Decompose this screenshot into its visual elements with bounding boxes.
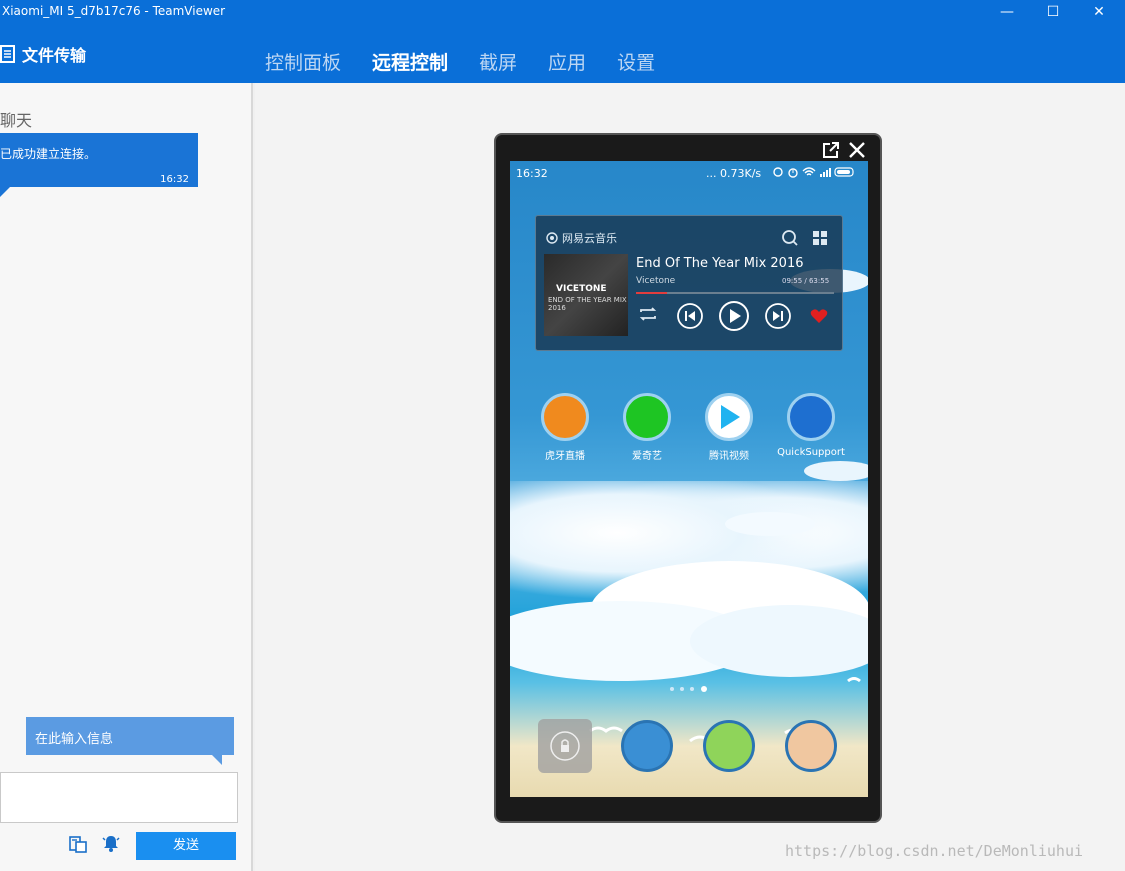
status-icons: [772, 166, 856, 178]
status-speed: ... 0.73K/s: [706, 167, 762, 180]
luffy-app-icon[interactable]: [785, 720, 837, 772]
bell-icon[interactable]: [101, 833, 121, 853]
status-time: 16:32: [516, 167, 548, 180]
seagull-app-icon[interactable]: [621, 720, 673, 772]
app-huya[interactable]: 虎牙直播: [530, 393, 600, 462]
signal-icon: [820, 168, 831, 177]
song-progress-fill: [636, 292, 667, 294]
input-hint-text: 在此输入信息: [35, 732, 114, 747]
maximize-button[interactable]: ☐: [1030, 0, 1076, 24]
lock-icon: [550, 731, 580, 761]
app-iqiyi[interactable]: 爱奇艺: [612, 393, 682, 462]
huya-icon: [541, 393, 589, 441]
input-hint-bubble: 在此输入信息: [26, 717, 234, 765]
document-icon: [0, 45, 15, 63]
window-title: Xiaomi_MI 5_d7b17c76 - TeamViewer: [2, 4, 226, 18]
music-brand: 网易云音乐: [546, 230, 617, 246]
album-line2: END OF THE YEAR MIX 2016: [548, 296, 627, 312]
maximize-icon: ☐: [1046, 4, 1060, 20]
battery-icon: [834, 167, 854, 177]
song-progress-text: 09:55 / 63:55: [782, 277, 830, 285]
watermark: https://blog.csdn.net/DeMonliuhui: [785, 842, 1084, 860]
alarm-icon: [788, 168, 798, 178]
app-label: 爱奇艺: [632, 451, 662, 462]
quicksupport-icon: [787, 393, 835, 441]
close-icon: ✕: [1093, 4, 1105, 20]
netease-music-icon: [546, 232, 558, 244]
phone-frame: 16:32 ... 0.73K/s 网易云音乐 VICETONE END OF …: [494, 133, 882, 823]
app-tencent-video[interactable]: 腾讯视频: [694, 393, 764, 462]
tab-settings[interactable]: 设置: [617, 48, 655, 75]
chat-message-text: 已成功建立连接。: [0, 147, 97, 161]
heart-icon[interactable]: [810, 308, 828, 324]
status-bar: 16:32 ... 0.73K/s: [510, 161, 868, 183]
popout-icon[interactable]: [822, 141, 840, 159]
file-transfer-button[interactable]: 文件传输: [0, 42, 86, 66]
hint-tail: [212, 755, 222, 765]
tencent-video-icon: [705, 393, 753, 441]
sync-icon: [773, 167, 783, 177]
file-transfer-label: 文件传输: [22, 46, 87, 65]
album-line1: VICETONE: [556, 284, 607, 294]
grid-icon[interactable]: [812, 230, 828, 246]
song-artist: Vicetone: [636, 276, 676, 286]
tab-screenshot[interactable]: 截屏: [479, 48, 517, 75]
iqiyi-icon: [623, 393, 671, 441]
close-remote-icon[interactable]: [848, 141, 866, 159]
title-bar: Xiaomi_MI 5_d7b17c76 - TeamViewer — ☐ ✕: [0, 0, 1125, 24]
file-list-icon[interactable]: [68, 834, 88, 854]
app-label: 腾讯视频: [709, 451, 749, 462]
app-label: 虎牙直播: [545, 451, 585, 462]
previous-icon[interactable]: [676, 302, 704, 330]
header: 文件传输 控制面板 远程控制 截屏 应用 设置: [0, 24, 1125, 83]
next-icon[interactable]: [764, 302, 792, 330]
minimize-button[interactable]: —: [984, 0, 1030, 24]
music-brand-label: 网易云音乐: [562, 232, 617, 245]
send-button[interactable]: 发送: [136, 832, 236, 860]
search-icon[interactable]: [781, 229, 799, 247]
app-label: QuickSupport: [777, 447, 845, 458]
minimize-icon: —: [1000, 4, 1014, 20]
play-icon[interactable]: [718, 300, 750, 332]
close-button[interactable]: ✕: [1076, 0, 1122, 24]
chat-message-time: 16:32: [160, 174, 189, 185]
chat-message: 已成功建立连接。 16:32: [0, 133, 198, 197]
message-input[interactable]: [0, 772, 238, 823]
song-title: End Of The Year Mix 2016: [636, 256, 804, 271]
tab-control-panel[interactable]: 控制面板: [265, 48, 341, 75]
song-progress-bar[interactable]: [636, 292, 834, 294]
music-widget[interactable]: 网易云音乐 VICETONE END OF THE YEAR MIX 2016 …: [535, 215, 843, 351]
repeat-icon[interactable]: [636, 302, 660, 326]
phone-screen[interactable]: 16:32 ... 0.73K/s 网易云音乐 VICETONE END OF …: [510, 161, 868, 797]
album-art[interactable]: VICETONE END OF THE YEAR MIX 2016: [544, 254, 628, 336]
tab-apps[interactable]: 应用: [548, 48, 586, 75]
chat-panel: 聊天 已成功建立连接。 16:32 在此输入信息 发送: [0, 83, 253, 871]
lock-app-icon[interactable]: [538, 719, 592, 773]
tab-remote-control[interactable]: 远程控制: [372, 48, 448, 75]
play-triangle-icon: [721, 405, 740, 429]
bubble-tail: [0, 187, 10, 197]
tiger-app-icon[interactable]: [703, 720, 755, 772]
nav-tabs: 控制面板 远程控制 截屏 应用 设置: [265, 48, 686, 75]
chat-title: 聊天: [0, 111, 33, 130]
app-quicksupport[interactable]: QuickSupport: [776, 393, 846, 458]
wifi-icon: [802, 167, 816, 176]
page-indicator: [670, 686, 707, 692]
